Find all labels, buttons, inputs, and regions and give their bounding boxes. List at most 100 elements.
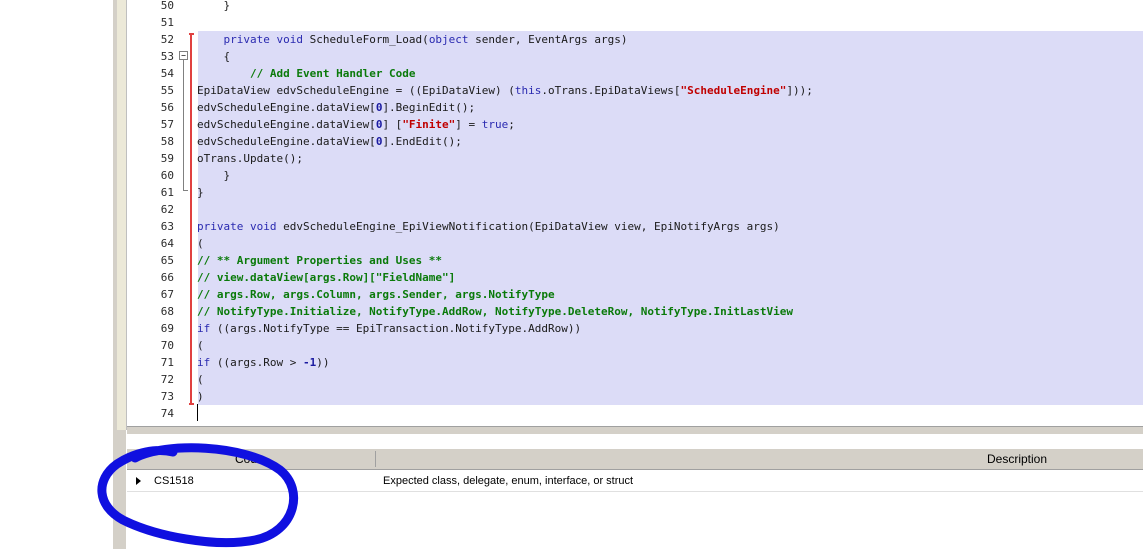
code-token: edvScheduleEngine.dataView[ <box>197 118 376 131</box>
code-token: oTrans.Update(); <box>197 152 303 165</box>
code-token: ].EndEdit(); <box>382 135 462 148</box>
line-number: 70 <box>160 339 174 352</box>
code-line[interactable]: oTrans.Update(); <box>197 150 303 167</box>
code-token: sender, EventArgs args) <box>475 33 628 46</box>
code-token: ; <box>508 118 515 131</box>
code-token: ) <box>197 390 204 403</box>
code-token: ( <box>197 373 204 386</box>
code-token: } <box>223 169 231 182</box>
code-token: )) <box>316 356 330 369</box>
code-token: ((args.Row > <box>216 356 303 369</box>
code-line[interactable]: edvScheduleEngine.dataView[0].BeginEdit(… <box>197 99 475 116</box>
code-line[interactable]: private void edvScheduleEngine_EpiViewNo… <box>197 218 780 235</box>
code-line[interactable]: // ** Argument Properties and Uses ** <box>197 252 442 269</box>
line-number: 72 <box>160 373 174 386</box>
code-token: ] [ <box>382 118 403 131</box>
code-token: if <box>197 322 217 335</box>
code-line[interactable]: private void ScheduleForm_Load(object se… <box>197 31 628 48</box>
vertical-scrollbar[interactable] <box>117 0 127 430</box>
code-token: true <box>481 118 509 131</box>
line-number: 65 <box>160 254 174 267</box>
line-number: 52 <box>160 33 174 46</box>
hand-drawn-circle-annotation <box>97 443 299 547</box>
code-line[interactable]: edvScheduleEngine.dataView[0] ["Finite"]… <box>197 116 515 133</box>
column-header-description[interactable]: Description <box>987 449 1047 469</box>
line-number-gutter: 50 51 52 53 54 55 56 57 58 59 60 61 62 63 64 65 66 67 68 69… <box>127 0 177 426</box>
code-editor[interactable]: 50 51 52 53 54 55 56 57 58 59 60 61 62 63 64 65 66 67 68 69… <box>127 0 1143 426</box>
code-line[interactable]: ( <box>197 337 204 354</box>
line-number: 61 <box>160 186 174 199</box>
code-line[interactable]: // view.dataView[args.Row]["FieldName"] <box>197 269 455 286</box>
code-token: EpiDataView edvScheduleEngine = ((EpiDat… <box>197 84 515 97</box>
code-line[interactable]: if ((args.Row > -1)) <box>197 354 329 371</box>
line-number: 60 <box>160 169 174 182</box>
code-token: if <box>197 356 217 369</box>
code-token: .oTrans.EpiDataViews[ <box>541 84 681 97</box>
line-number: 67 <box>160 288 174 301</box>
code-token: ScheduleForm_Load( <box>309 33 429 46</box>
code-token: { <box>223 50 231 63</box>
code-token: "Finite" <box>402 118 456 131</box>
line-number: 58 <box>160 135 174 148</box>
code-token: private void <box>223 33 310 46</box>
code-token: ] = <box>455 118 482 131</box>
code-token: ].BeginEdit(); <box>382 101 476 114</box>
code-line[interactable]: // Add Event Handler Code <box>197 65 416 82</box>
code-line[interactable]: } <box>197 184 204 201</box>
code-token: -1 <box>302 356 317 369</box>
code-line[interactable]: // args.Row, args.Column, args.Sender, a… <box>197 286 555 303</box>
code-line[interactable]: if ((args.NotifyType == EpiTransaction.N… <box>197 320 581 337</box>
line-number: 63 <box>160 220 174 233</box>
code-token: // Add Event Handler Code <box>249 67 416 80</box>
code-token: edvScheduleEngine.dataView[ <box>197 101 376 114</box>
code-token: // NotifyType.Initialize, NotifyType.Add… <box>197 305 794 318</box>
change-marker-top <box>189 33 194 35</box>
code-token: ])); <box>786 84 813 97</box>
line-number: 74 <box>160 407 174 420</box>
line-number: 53 <box>160 50 174 63</box>
code-token: this <box>514 84 542 97</box>
code-token: "ScheduleEngine" <box>680 84 787 97</box>
code-line[interactable]: edvScheduleEngine.dataView[0].EndEdit(); <box>197 133 462 150</box>
change-marker-bottom <box>189 403 194 405</box>
line-number: 51 <box>160 16 174 29</box>
code-line[interactable]: // NotifyType.Initialize, NotifyType.Add… <box>197 303 793 320</box>
code-line[interactable]: } <box>197 0 231 14</box>
code-line[interactable]: } <box>197 167 231 184</box>
code-line[interactable]: ) <box>197 388 204 405</box>
line-number: 50 <box>160 0 174 12</box>
code-line[interactable]: EpiDataView edvScheduleEngine = ((EpiDat… <box>197 82 813 99</box>
code-line[interactable]: ( <box>197 371 204 388</box>
code-token: // args.Row, args.Column, args.Sender, a… <box>197 288 555 301</box>
code-token: edvScheduleEngine.dataView[ <box>197 135 376 148</box>
line-number: 73 <box>160 390 174 403</box>
code-token: edvScheduleEngine_EpiViewNotification(Ep… <box>283 220 780 233</box>
code-token: private void <box>197 220 284 233</box>
code-token: } <box>223 0 231 12</box>
fold-guide-end <box>183 190 188 191</box>
line-number: 55 <box>160 84 174 97</box>
code-token: object <box>428 33 476 46</box>
line-number: 62 <box>160 203 174 216</box>
code-token: } <box>197 186 204 199</box>
fold-guide <box>183 60 184 190</box>
column-separator[interactable] <box>375 451 376 467</box>
code-line[interactable]: { <box>197 48 231 65</box>
line-number: 59 <box>160 152 174 165</box>
text-caret <box>197 404 198 421</box>
code-token: ((args.NotifyType == EpiTransaction.Noti… <box>216 322 582 335</box>
line-number: 71 <box>160 356 174 369</box>
code-token: ( <box>197 237 204 250</box>
line-number: 56 <box>160 101 174 114</box>
code-token: ( <box>197 339 204 352</box>
line-number: 64 <box>160 237 174 250</box>
code-line[interactable]: ( <box>197 235 204 252</box>
collapse-icon[interactable]: − <box>179 51 188 60</box>
change-marker <box>190 33 192 405</box>
line-number: 68 <box>160 305 174 318</box>
error-description: Expected class, delegate, enum, interfac… <box>383 475 634 487</box>
code-token: // view.dataView[args.Row]["FieldName"] <box>197 271 456 284</box>
line-number: 69 <box>160 322 174 335</box>
line-number: 57 <box>160 118 174 131</box>
code-token: // ** Argument Properties and Uses ** <box>197 254 443 267</box>
